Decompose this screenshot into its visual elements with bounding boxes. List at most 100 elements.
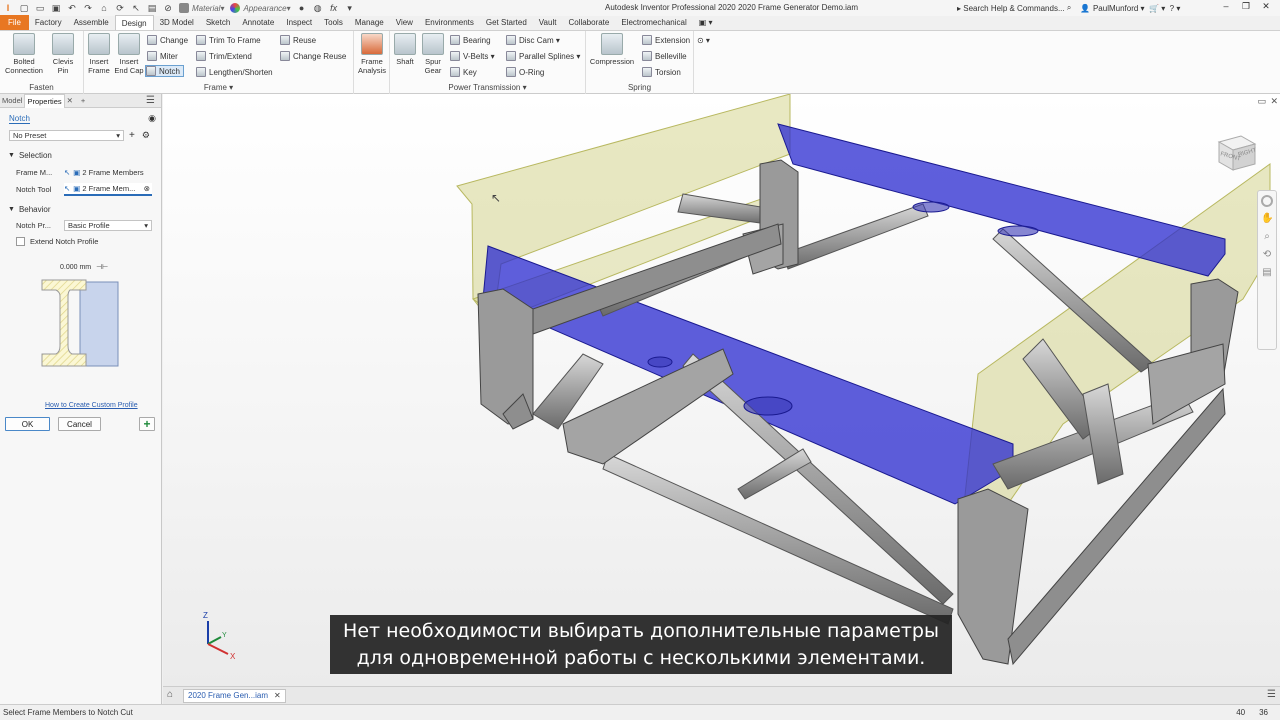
vbelts-button[interactable]: V-Belts ▾ [450, 50, 495, 62]
group-frame-title[interactable]: Frame ▾ [84, 83, 353, 92]
preset-select[interactable]: No Preset ▾ [9, 129, 124, 141]
measure-icon[interactable]: ▤ [146, 2, 158, 14]
tab-vault[interactable]: Vault [533, 15, 563, 30]
spur-gear-button[interactable]: Spur Gear [418, 33, 448, 75]
viewport-maximize-icon[interactable]: ▭ [1257, 96, 1266, 107]
tab-file[interactable]: File [0, 15, 29, 30]
trim-extend-button[interactable]: Trim/Extend [196, 50, 252, 62]
bolted-connection-button[interactable]: Bolted Connection [4, 33, 44, 75]
tube[interactable] [737, 448, 812, 500]
custom-profile-help-link[interactable]: How to Create Custom Profile [45, 402, 138, 409]
no-icon[interactable]: ⊘ [162, 2, 174, 14]
minimize-button[interactable]: – [1216, 1, 1236, 12]
change-reuse-button[interactable]: Change Reuse [280, 50, 346, 62]
key-button[interactable]: Key [450, 66, 477, 78]
reuse-button[interactable]: Reuse [280, 34, 316, 46]
close-button[interactable]: ✕ [1256, 1, 1276, 12]
tab-sketch[interactable]: Sketch [200, 15, 236, 30]
ok-button[interactable]: OK [5, 417, 50, 431]
tab-manage[interactable]: Manage [349, 15, 390, 30]
notch-tool-selector[interactable]: ↖ ▣ 2 Frame Mem... ⊗ [64, 183, 152, 196]
save-icon[interactable]: ▣ [50, 2, 62, 14]
tab-design[interactable]: Design [114, 15, 154, 30]
app-logo-icon[interactable]: I [2, 2, 14, 14]
visibility-eye-icon[interactable]: ◉ [148, 113, 156, 124]
extension-button[interactable]: Extension [642, 34, 690, 46]
tab-inspect[interactable]: Inspect [280, 15, 318, 30]
pan-icon[interactable]: ✋ [1261, 213, 1273, 225]
shaft-button[interactable]: Shaft [390, 33, 420, 66]
lengthen-shorten-button[interactable]: Lengthen/Shorten [196, 66, 273, 78]
steering-wheel-icon[interactable] [1261, 195, 1273, 207]
apply-plus-button[interactable]: + [139, 417, 155, 431]
tab-properties[interactable]: Properties [24, 93, 65, 108]
insert-endcap-button[interactable]: Insert End Cap [114, 33, 144, 75]
frame-assembly-model[interactable] [163, 94, 1280, 686]
redo-icon[interactable]: ↷ [82, 2, 94, 14]
graphics-viewport[interactable]: FRONT RIGHT ▭ ✕ ✋ ⌕ ⟲ ▤ Z Y X ↖ Нет необ… [163, 94, 1280, 686]
notch-button[interactable]: Notch [145, 65, 184, 77]
home-icon[interactable]: ⌂ [98, 2, 110, 14]
tab-menu-icon[interactable]: ☰ [1267, 689, 1276, 700]
tab-factory[interactable]: Factory [29, 15, 68, 30]
ribbon-extra-button[interactable]: ⊙ ▾ [697, 34, 710, 46]
behavior-header[interactable]: ▼ Behavior [0, 204, 162, 215]
viewport-close-icon[interactable]: ✕ [1270, 96, 1278, 107]
clear-appearance-icon[interactable]: ◍ [312, 2, 324, 14]
blue-beam-front[interactable] [482, 245, 1014, 505]
orbit-icon[interactable]: ⟲ [1261, 249, 1273, 261]
zoom-icon[interactable]: ⌕ [1261, 231, 1273, 243]
tab-get-started[interactable]: Get Started [480, 15, 533, 30]
miter-button[interactable]: Miter [147, 50, 178, 62]
new-file-icon[interactable]: ▢ [18, 2, 30, 14]
tab-view[interactable]: View [390, 15, 419, 30]
tab-environments[interactable]: Environments [419, 15, 480, 30]
help-search[interactable]: ▸ Search Help & Commands... ⌕ [957, 2, 1072, 14]
tab-electromechanical[interactable]: Electromechanical [615, 15, 692, 30]
panel-menu-icon[interactable]: ☰ [144, 95, 157, 106]
clevis-pin-button[interactable]: Clevis Pin [48, 33, 78, 75]
group-power-title[interactable]: Power Transmission ▾ [390, 83, 585, 92]
frame-analysis-button[interactable]: Frame Analysis [357, 33, 387, 75]
home-tab-icon[interactable]: ⌂ [167, 689, 173, 700]
preset-settings-icon[interactable]: ⚙ [142, 130, 150, 141]
user-account[interactable]: 👤 PaulMunford ▾ 🛒 ▾ ? ▾ [1080, 2, 1180, 14]
frame-members-selector[interactable]: ↖ ▣ 2 Frame Members [64, 167, 150, 179]
look-at-icon[interactable]: ▤ [1261, 267, 1273, 279]
close-tab-icon[interactable]: ✕ [65, 96, 75, 105]
disc-cam-button[interactable]: Disc Cam ▾ [506, 34, 560, 46]
parallel-splines-button[interactable]: Parallel Splines ▾ [506, 50, 580, 62]
selection-header[interactable]: ▼ Selection [0, 150, 162, 161]
tab-model[interactable]: Model [0, 96, 24, 105]
color-icon[interactable]: ● [296, 2, 308, 14]
tab-tools[interactable]: Tools [318, 15, 349, 30]
restore-button[interactable]: ❐ [1236, 1, 1256, 12]
tab-overflow-icon[interactable]: ▣ ▾ [693, 15, 719, 30]
tab-assemble[interactable]: Assemble [68, 15, 115, 30]
ribbon-options-icon[interactable]: ▾ [344, 2, 356, 14]
tab-annotate[interactable]: Annotate [236, 15, 280, 30]
undo-icon[interactable]: ↶ [66, 2, 78, 14]
help-icon[interactable]: ? [1170, 4, 1174, 13]
update-icon[interactable]: ⟳ [114, 2, 126, 14]
open-icon[interactable]: ▭ [34, 2, 46, 14]
fx-icon[interactable]: fx [328, 2, 340, 14]
blue-beam-back[interactable] [777, 123, 1226, 277]
tab-3d-model[interactable]: 3D Model [154, 15, 200, 30]
torsion-button[interactable]: Torsion [642, 66, 681, 78]
bearing-button[interactable]: Bearing [450, 34, 491, 46]
extend-notch-checkbox[interactable] [16, 237, 25, 246]
select-icon[interactable]: ↖ [130, 2, 142, 14]
clear-selection-icon[interactable]: ⊗ [144, 184, 150, 193]
add-tab-icon[interactable]: + [79, 96, 87, 105]
viewcube[interactable]: FRONT RIGHT [1213, 126, 1261, 174]
change-button[interactable]: Change [147, 34, 188, 46]
close-document-icon[interactable]: ✕ [274, 691, 281, 700]
tube[interactable] [782, 203, 929, 270]
document-tab[interactable]: 2020 Frame Gen...iam ✕ [183, 688, 286, 703]
belleville-button[interactable]: Belleville [642, 50, 687, 62]
oring-button[interactable]: O-Ring [506, 66, 544, 78]
material-combo[interactable]: Material ▾ [179, 2, 224, 14]
cart-icon[interactable]: 🛒 [1149, 4, 1159, 13]
appearance-combo[interactable]: Appearance ▾ [230, 2, 291, 14]
